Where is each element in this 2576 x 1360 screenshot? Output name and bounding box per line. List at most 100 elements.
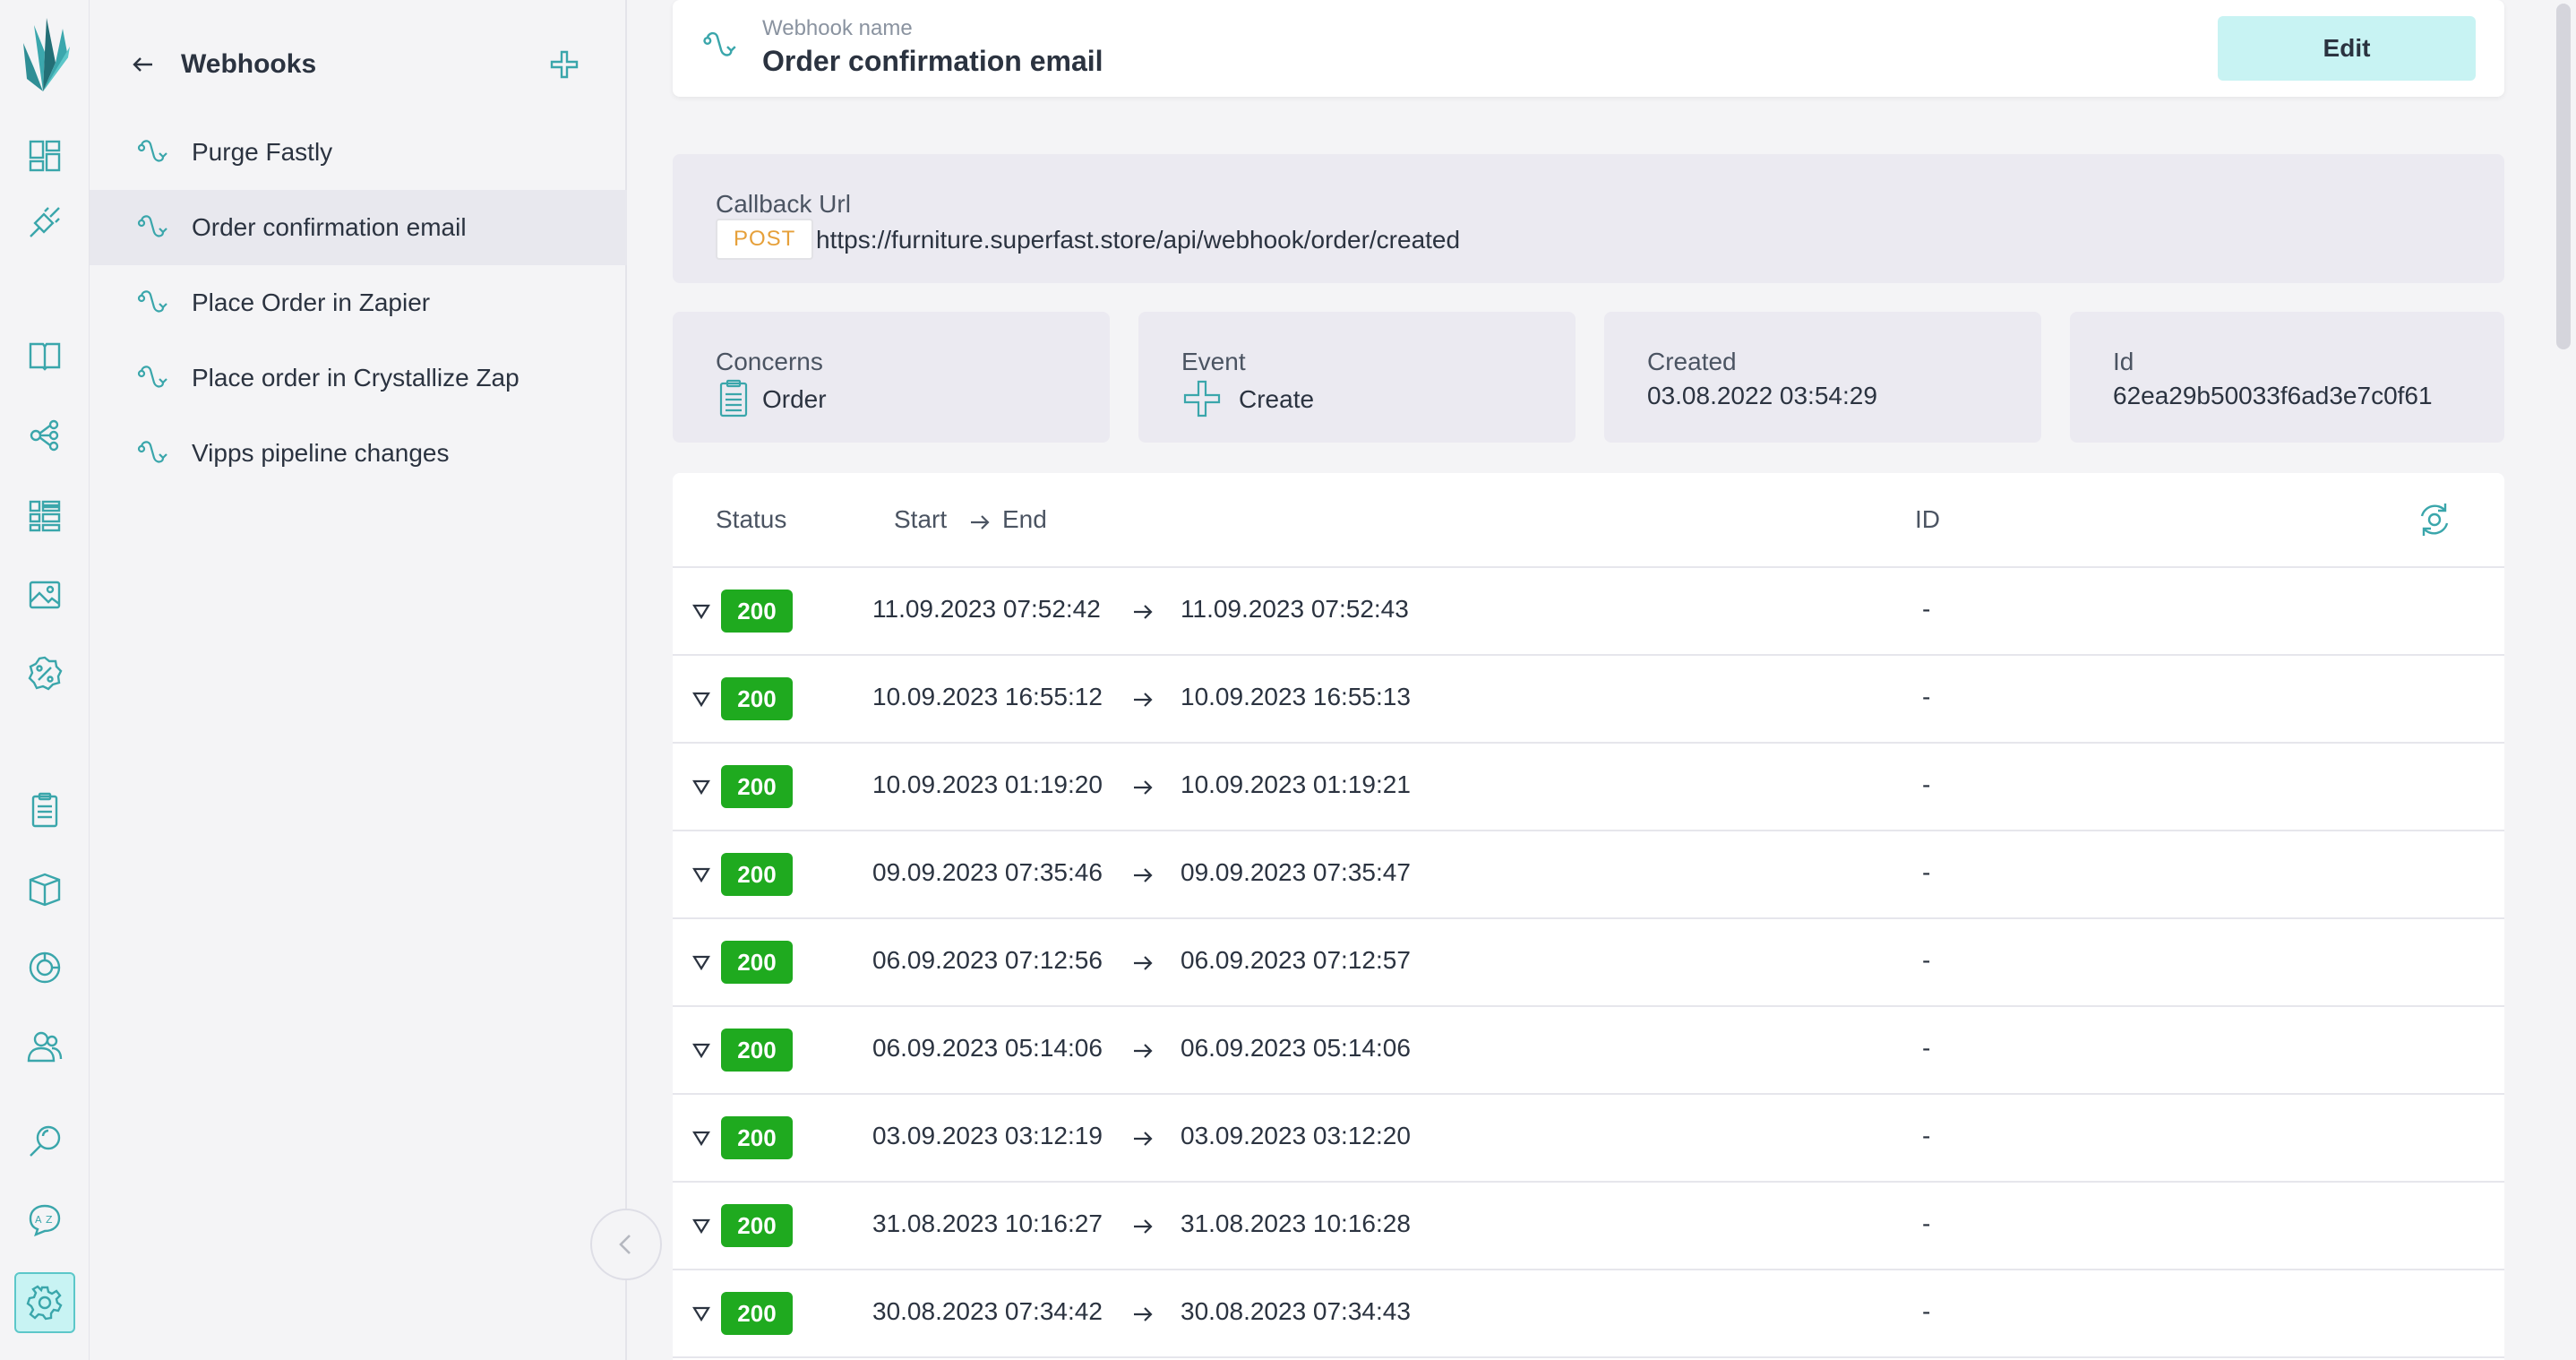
table-row[interactable]: 200 30.08.2023 07:34:42 30.08.2023 07:34:4… (673, 1270, 2504, 1358)
scrollbar[interactable] (2556, 4, 2571, 349)
customers-icon[interactable] (20, 1021, 70, 1072)
translate-icon[interactable]: AZ (20, 1195, 70, 1245)
status-badge: 200 (721, 1292, 793, 1335)
webhook-item[interactable]: Place order in Crystallize Zap (90, 340, 627, 416)
table-row[interactable]: 200 10.09.2023 01:19:20 10.09.2023 01:19:2… (673, 744, 2504, 831)
start-time: 09.09.2023 07:35:46 (872, 858, 1103, 886)
delivery-id: - (1922, 1209, 1931, 1237)
deliveries-table: Status Start End ID 200 11.09.2023 07:52:… (673, 473, 2504, 1360)
webhook-list-panel: Webhooks Purge Fastly Order confirmation… (90, 0, 627, 1360)
status-badge: 200 (721, 1029, 793, 1072)
webhook-item-selected[interactable]: Order confirmation email (90, 190, 627, 265)
orders-icon[interactable] (20, 785, 70, 835)
status-badge: 200 (721, 1204, 793, 1247)
dashboard-icon[interactable] (20, 131, 70, 181)
expand-toggle-icon[interactable] (691, 776, 712, 797)
end-time: 31.08.2023 10:16:28 (1181, 1209, 1411, 1237)
arrow-right-icon (1134, 1307, 1153, 1321)
end-column-header: End (1002, 505, 1047, 533)
expand-toggle-icon[interactable] (691, 600, 712, 622)
start-time: 11.09.2023 07:52:42 (872, 595, 1101, 623)
callback-url-card: Callback Url POST https://furniture.supe… (673, 154, 2504, 283)
end-time: 03.09.2023 03:12:20 (1181, 1122, 1411, 1149)
delivery-id: - (1922, 770, 1931, 798)
end-time: 09.09.2023 07:35:47 (1181, 858, 1411, 886)
delivery-id: - (1922, 1034, 1931, 1062)
expand-toggle-icon[interactable] (691, 864, 712, 885)
list-title: Webhooks (181, 49, 317, 79)
end-time: 11.09.2023 07:52:43 (1181, 595, 1409, 623)
status-badge: 200 (721, 677, 793, 720)
arrow-right-icon (971, 515, 990, 529)
discount-icon[interactable] (20, 649, 70, 699)
analytics-icon[interactable] (20, 943, 70, 993)
end-time: 06.09.2023 07:12:57 (1181, 946, 1411, 974)
edit-button[interactable]: Edit (2218, 16, 2476, 81)
table-row[interactable]: 200 11.09.2023 07:52:42 11.09.2023 07:52:4… (673, 568, 2504, 656)
table-row[interactable]: 200 31.08.2023 10:16:27 31.08.2023 10:16:2… (673, 1183, 2504, 1270)
webhook-icon (137, 140, 167, 162)
refresh-icon[interactable] (2415, 500, 2454, 539)
webhook-item[interactable]: Vipps pipeline changes (90, 416, 627, 491)
event-card: Event Create (1138, 312, 1576, 443)
icon-rail: AZ (0, 0, 90, 1360)
created-value: 03.08.2022 03:54:29 (1647, 382, 1877, 409)
table-row[interactable]: 200 03.09.2023 03:12:19 03.09.2023 03:12:2… (673, 1095, 2504, 1183)
expand-toggle-icon[interactable] (691, 688, 712, 710)
arrow-right-icon (1134, 956, 1153, 970)
start-time: 30.08.2023 07:34:42 (872, 1297, 1103, 1325)
webhook-icon (137, 215, 167, 237)
svg-text:Z: Z (46, 1214, 53, 1226)
webhook-item[interactable]: Purge Fastly (90, 115, 627, 190)
order-clipboard-icon (719, 379, 748, 417)
id-column-header: ID (1915, 505, 1940, 533)
callback-url-label: Callback Url (716, 190, 851, 218)
back-arrow-icon[interactable] (129, 50, 158, 79)
delivery-id: - (1922, 1122, 1931, 1149)
expand-toggle-icon[interactable] (691, 1127, 712, 1149)
table-row[interactable]: 200 06.09.2023 05:14:06 06.09.2023 05:14:0… (673, 1007, 2504, 1095)
expand-toggle-icon[interactable] (691, 951, 712, 973)
end-time: 06.09.2023 05:14:06 (1181, 1034, 1411, 1062)
collapse-panel-button[interactable] (590, 1209, 662, 1280)
settings-icon[interactable] (14, 1272, 75, 1333)
add-webhook-icon[interactable] (548, 48, 580, 81)
webhook-icon (137, 366, 167, 388)
integration-icon[interactable] (20, 197, 70, 247)
table-row[interactable]: 200 09.09.2023 07:35:46 09.09.2023 07:35:4… (673, 831, 2504, 919)
graph-icon[interactable] (20, 410, 70, 461)
start-column-header: Start (894, 505, 948, 533)
start-time: 10.09.2023 01:19:20 (872, 770, 1103, 798)
chevron-left-icon (619, 1235, 631, 1254)
webhook-icon (137, 290, 167, 313)
arrow-right-icon (1134, 605, 1153, 619)
crystallize-logo-icon[interactable] (16, 16, 72, 91)
webhook-name: Order confirmation email (762, 45, 1103, 77)
table-row[interactable]: 200 06.09.2023 07:12:56 06.09.2023 07:12:5… (673, 919, 2504, 1007)
catalogue-icon[interactable] (20, 330, 70, 380)
id-label: Id (2113, 348, 2134, 375)
end-time: 10.09.2023 16:55:13 (1181, 683, 1411, 710)
start-time: 06.09.2023 07:12:56 (872, 946, 1103, 974)
event-value: Create (1239, 385, 1315, 413)
delivery-id: - (1922, 946, 1931, 974)
concerns-card: Concerns Order (673, 312, 1110, 443)
created-label: Created (1647, 348, 1737, 375)
status-badge: 200 (721, 1116, 793, 1159)
arrow-right-icon (1134, 693, 1153, 707)
start-time: 10.09.2023 16:55:12 (872, 683, 1103, 710)
arrow-right-icon (1134, 1219, 1153, 1234)
search-icon[interactable] (20, 1116, 70, 1166)
arrow-right-icon (1134, 868, 1153, 882)
expand-toggle-icon[interactable] (691, 1215, 712, 1236)
product-box-icon[interactable] (20, 864, 70, 914)
status-column-header: Status (716, 505, 787, 533)
delivery-id: - (1922, 683, 1931, 710)
grid-icon[interactable] (20, 491, 70, 541)
http-method-badge: POST (716, 219, 814, 260)
table-row[interactable]: 200 10.09.2023 16:55:12 10.09.2023 16:55:1… (673, 656, 2504, 744)
media-icon[interactable] (20, 570, 70, 620)
expand-toggle-icon[interactable] (691, 1303, 712, 1324)
expand-toggle-icon[interactable] (691, 1039, 712, 1061)
webhook-item[interactable]: Place Order in Zapier (90, 265, 627, 340)
